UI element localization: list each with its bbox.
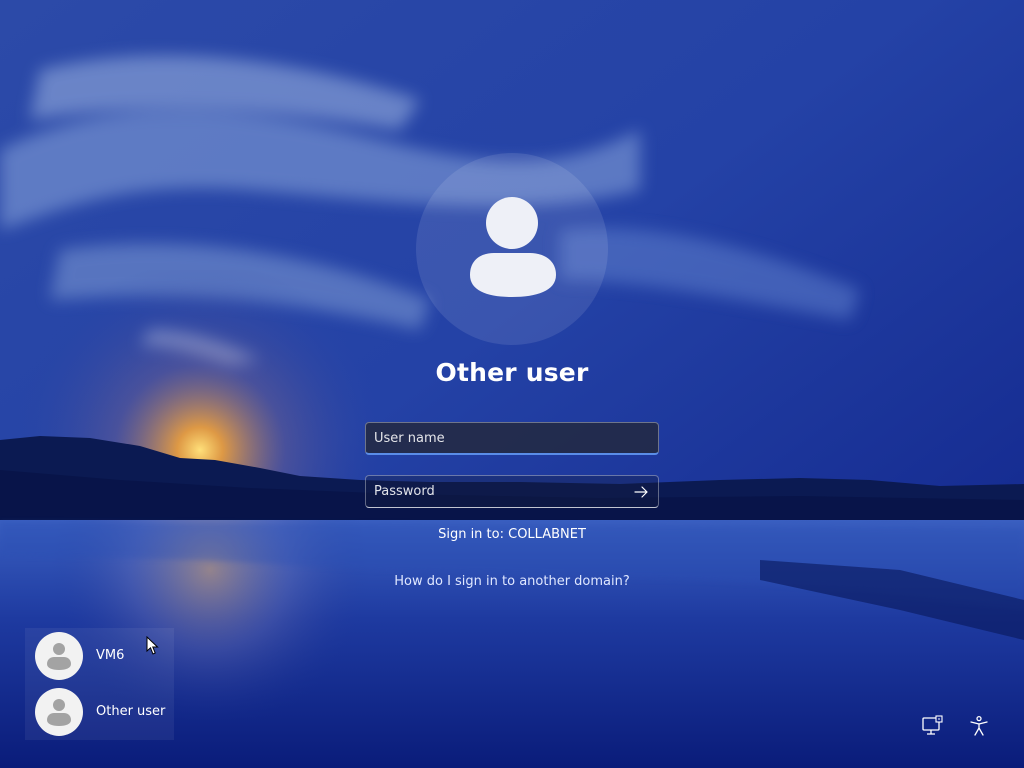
password-input[interactable] [366, 476, 658, 507]
username-input[interactable] [366, 423, 658, 453]
person-icon [47, 643, 71, 670]
user-avatar [35, 632, 83, 680]
username-field-container [365, 422, 659, 455]
person-icon [470, 197, 556, 297]
person-icon [47, 699, 71, 726]
arrow-right-icon[interactable] [632, 483, 650, 501]
user-list-item-other-user[interactable]: Other user [25, 684, 174, 740]
selected-user-name: Other user [435, 358, 589, 387]
lock-screen: Other user Sign in to: COLLABNET How do … [0, 0, 1024, 768]
mouse-cursor-icon [146, 636, 159, 655]
another-domain-help-link[interactable]: How do I sign in to another domain? [312, 574, 712, 589]
user-avatar [35, 688, 83, 736]
sign-in-domain-label: Sign in to: COLLABNET [438, 527, 586, 542]
accessibility-icon[interactable] [968, 715, 990, 737]
selected-user-avatar [416, 153, 608, 345]
network-icon[interactable] [921, 715, 943, 737]
user-list-item-label: VM6 [96, 648, 125, 663]
user-list-item-label: Other user [96, 704, 166, 719]
password-field-container [365, 475, 659, 508]
